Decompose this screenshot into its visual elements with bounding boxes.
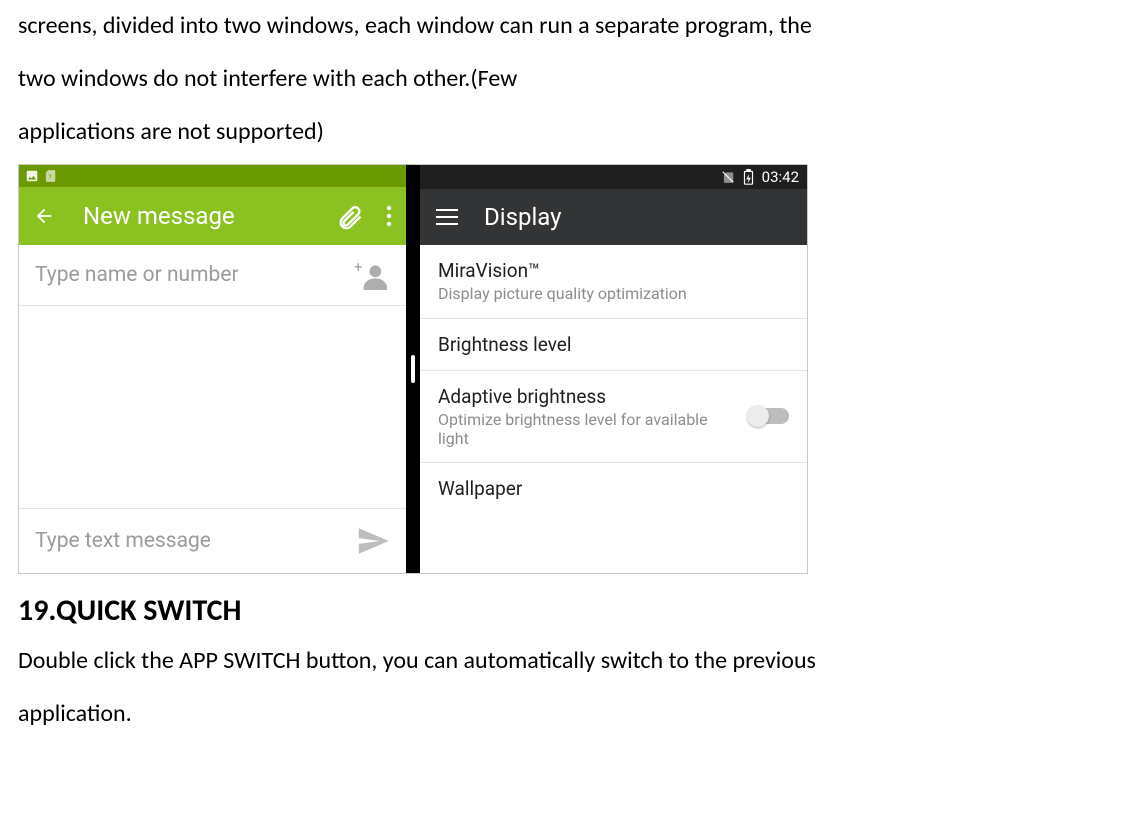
settings-row-adaptive-brightness[interactable]: Adaptive brightness Optimize brightness … [420,371,807,463]
toggle-knob-icon [747,405,769,427]
back-icon[interactable] [33,205,55,227]
sim-icon: ? [43,169,57,183]
send-icon[interactable] [356,524,390,558]
row-primary: Wallpaper [438,477,789,500]
attach-icon[interactable] [336,202,364,230]
intro-line-3: applications are not supported) [18,117,324,146]
split-screen-screenshot: ? New message Type name or number + T [18,164,808,574]
adaptive-brightness-toggle[interactable] [749,408,789,424]
intro-line-1: screens, divided into two windows, each … [18,11,812,40]
para2-line-1: Double click the APP SWITCH button, you … [18,646,816,675]
recipient-input[interactable]: Type name or number [35,263,344,287]
settings-list: MiraVision™ Display picture quality opti… [420,245,807,573]
recipient-row[interactable]: Type name or number + [19,245,406,306]
body-paragraph-2: Double click the APP SWITCH button, you … [18,635,1103,741]
pane-left-messaging: ? New message Type name or number + T [19,165,406,573]
split-divider[interactable] [406,165,420,573]
row-primary: MiraVision™ [438,259,789,282]
settings-row-wallpaper[interactable]: Wallpaper [420,463,807,514]
statusbar-left: ? [19,165,406,187]
row-primary: Adaptive brightness [438,385,737,408]
intro-line-2: two windows do not interfere with each o… [18,64,517,93]
add-contact-icon[interactable]: + [354,260,390,290]
no-sim-icon [721,170,735,184]
status-clock: 03:42 [762,168,799,186]
row-primary: Brightness level [438,333,789,356]
message-body-area [19,306,406,508]
messaging-title: New message [77,202,314,230]
divider-grip-icon [411,355,415,383]
settings-row-brightness-level[interactable]: Brightness level [420,319,807,371]
row-secondary: Display picture quality optimization [438,284,789,303]
compose-input[interactable]: Type text message [35,529,342,553]
section-heading: 19.QUICK SWITCH [18,592,1103,629]
para2-line-2: application. [18,699,132,728]
settings-title: Display [484,203,562,231]
menu-icon[interactable] [436,209,458,225]
messaging-toolbar: New message [19,187,406,245]
image-icon [25,169,39,183]
overflow-icon[interactable] [386,204,392,228]
body-paragraph-1: screens, divided into two windows, each … [18,0,1103,158]
battery-icon [743,169,754,185]
statusbar-right: 03:42 [420,165,807,189]
pane-right-settings: 03:42 Display MiraVision™ Display pictur… [420,165,807,573]
settings-toolbar: Display [420,189,807,245]
settings-row-miravision[interactable]: MiraVision™ Display picture quality opti… [420,245,807,318]
row-secondary: Optimize brightness level for available … [438,410,737,448]
compose-row[interactable]: Type text message [19,508,406,573]
svg-text:?: ? [48,173,51,181]
